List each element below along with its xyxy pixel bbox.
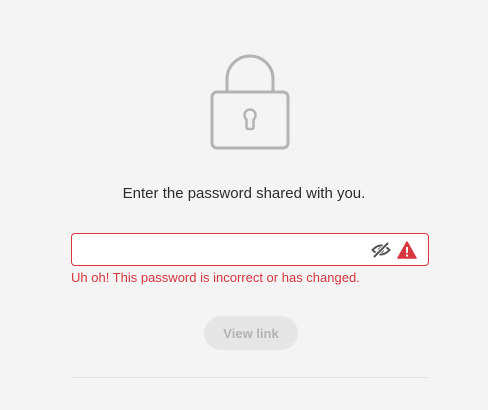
- toggle-password-visibility-button[interactable]: [370, 240, 392, 260]
- alert-icon: [397, 241, 417, 259]
- lock-icon: [210, 54, 290, 150]
- password-input[interactable]: [80, 234, 360, 265]
- password-error-message: Uh oh! This password is incorrect or has…: [71, 270, 360, 285]
- divider: [71, 377, 429, 378]
- view-link-button[interactable]: View link: [204, 316, 298, 350]
- password-field: [71, 233, 429, 266]
- password-prompt: Enter the password shared with you.: [122, 185, 366, 202]
- eye-off-icon: [371, 241, 391, 259]
